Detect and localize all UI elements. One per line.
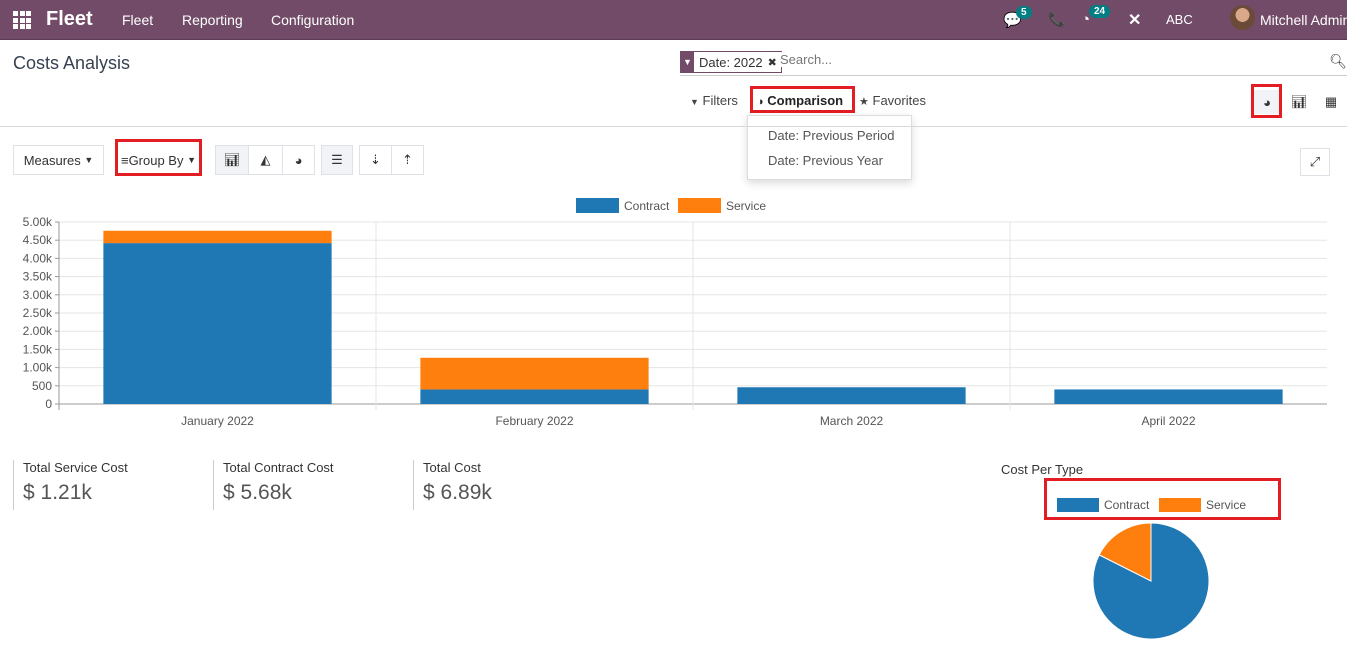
y-tick-label: 1.00k bbox=[23, 361, 53, 375]
search-bar: ▼ Date: 2022 ✖ 🔍︎ bbox=[680, 50, 1347, 76]
sort-descending-button[interactable]: ⇣ bbox=[359, 145, 392, 175]
y-tick-label: 3.00k bbox=[23, 288, 53, 302]
search-facet: ▼ Date: 2022 ✖ bbox=[680, 51, 782, 73]
graph-view-button[interactable]: 📊︎ bbox=[1285, 90, 1313, 114]
bar-service bbox=[420, 357, 649, 390]
pie-chart: Contract Service bbox=[1057, 498, 1246, 640]
avatar[interactable] bbox=[1230, 5, 1255, 30]
sort-asc-icon: ⇡ bbox=[402, 152, 413, 167]
highlight-box bbox=[1251, 84, 1282, 118]
y-tick-label: 5.00k bbox=[23, 215, 53, 229]
caret-down-icon: ▼ bbox=[84, 155, 94, 165]
divider bbox=[0, 126, 1347, 127]
remove-facet-icon[interactable]: ✖ bbox=[768, 56, 781, 69]
favorites-label: Favorites bbox=[872, 93, 926, 108]
legend-label: Service bbox=[1206, 498, 1246, 512]
expand-icon: ⤢ bbox=[1309, 154, 1321, 169]
page-title: Costs Analysis bbox=[13, 53, 131, 73]
sort-ascending-button[interactable]: ⇡ bbox=[391, 145, 424, 175]
y-tick-label: 4.00k bbox=[23, 251, 53, 265]
measures-label: Measures bbox=[23, 152, 81, 168]
filter-icon: ▼ bbox=[690, 97, 699, 107]
bar-contract bbox=[1054, 389, 1283, 404]
app-brand[interactable]: Fleet bbox=[46, 8, 93, 31]
favorites-button[interactable]: ★ Favorites bbox=[859, 93, 926, 108]
legend-swatch bbox=[1057, 498, 1099, 512]
kpi-value: $ 5.68k bbox=[223, 481, 292, 504]
x-tick-label: February 2022 bbox=[495, 414, 573, 428]
area-chart-icon: ◭ bbox=[260, 152, 271, 167]
company-switcher[interactable]: ABC bbox=[1166, 12, 1193, 27]
kpi-value: $ 6.89k bbox=[423, 481, 492, 504]
kpi-value: $ 1.21k bbox=[23, 481, 92, 504]
bar-chart-icon: 📊︎ bbox=[1290, 94, 1308, 109]
table-icon: ▦ bbox=[1324, 94, 1338, 109]
legend-swatch bbox=[678, 198, 721, 213]
y-tick-label: 2.00k bbox=[23, 324, 53, 338]
comparison-option-previous-year[interactable]: Date: Previous Year bbox=[768, 153, 883, 168]
legend-swatch bbox=[1159, 498, 1201, 512]
stacked-button[interactable]: ☰ bbox=[321, 145, 353, 175]
legend-label: Contract bbox=[624, 199, 670, 213]
pie-chart-icon: ◕ bbox=[294, 152, 303, 168]
x-tick-label: March 2022 bbox=[820, 414, 884, 428]
search-input[interactable] bbox=[780, 52, 1320, 67]
bar-service bbox=[103, 230, 332, 244]
bar-contract bbox=[737, 387, 966, 404]
star-icon: ★ bbox=[859, 96, 869, 108]
filters-button[interactable]: ▼ Filters bbox=[690, 93, 738, 108]
phone-icon[interactable]: 📞 bbox=[1048, 11, 1065, 28]
database-icon: ☰ bbox=[331, 152, 343, 167]
menu-reporting[interactable]: Reporting bbox=[182, 12, 243, 28]
search-icon[interactable]: 🔍︎ bbox=[1329, 53, 1347, 70]
bar-contract bbox=[103, 243, 332, 404]
facet-label: Date: 2022 bbox=[699, 54, 763, 70]
fullscreen-button[interactable]: ⤢ bbox=[1300, 148, 1330, 176]
comparison-option-previous-period[interactable]: Date: Previous Period bbox=[768, 128, 894, 143]
kpi-total-service-cost: Total Service Cost $ 1.21k bbox=[13, 460, 128, 510]
y-tick-label: 2.50k bbox=[23, 306, 53, 320]
kpi-label: Total Contract Cost bbox=[223, 460, 334, 475]
messages-badge: 5 bbox=[1016, 6, 1032, 19]
user-menu[interactable]: Mitchell Admin bbox=[1260, 12, 1347, 28]
kpi-total-contract-cost: Total Contract Cost $ 5.68k bbox=[213, 460, 334, 510]
highlight-box bbox=[115, 139, 202, 176]
pie-chart-button[interactable]: ◕ bbox=[282, 145, 315, 175]
legend-label: Contract bbox=[1104, 498, 1150, 512]
menu-configuration[interactable]: Configuration bbox=[271, 12, 354, 28]
bar-chart-button[interactable]: 📊︎ bbox=[215, 145, 249, 175]
y-tick-label: 4.50k bbox=[23, 233, 53, 247]
y-tick-label: 1.50k bbox=[23, 342, 53, 356]
kpi-label: Total Service Cost bbox=[23, 460, 128, 475]
bar-chart-icon: 📊︎ bbox=[223, 152, 241, 167]
y-tick-label: 500 bbox=[32, 379, 52, 393]
kpi-label: Total Cost bbox=[423, 460, 481, 475]
menu-fleet[interactable]: Fleet bbox=[122, 12, 153, 28]
pivot-view-button[interactable]: ▦ bbox=[1317, 90, 1345, 114]
measures-button[interactable]: Measures ▼ bbox=[13, 145, 104, 175]
bar-chart: 0 500 1.00k 1.50k 2.00k 2.50k 3.00k 3.50k 4.00k 4… bbox=[23, 198, 1327, 428]
x-tick-label: April 2022 bbox=[1141, 414, 1195, 428]
activities-badge: 24 bbox=[1089, 5, 1111, 18]
pie-title: Cost Per Type bbox=[1001, 462, 1084, 477]
debug-tools-icon[interactable]: ✕ bbox=[1128, 10, 1141, 30]
x-tick-label: January 2022 bbox=[181, 414, 254, 428]
filters-label: Filters bbox=[702, 93, 738, 108]
legend-label: Service bbox=[726, 199, 766, 213]
sort-desc-icon: ⇣ bbox=[370, 152, 381, 167]
line-chart-button[interactable]: ◭ bbox=[248, 145, 283, 175]
y-tick-label: 3.50k bbox=[23, 270, 53, 284]
apps-menu-icon[interactable] bbox=[13, 11, 31, 29]
top-navbar: Fleet Fleet Reporting Configuration 💬 5 … bbox=[0, 0, 1347, 40]
comparison-dropdown: Date: Previous Period Date: Previous Yea… bbox=[747, 115, 912, 180]
legend-swatch bbox=[576, 198, 619, 213]
bar-contract bbox=[420, 389, 649, 404]
highlight-box bbox=[750, 86, 855, 113]
y-tick-label: 0 bbox=[45, 397, 52, 411]
filter-icon: ▼ bbox=[681, 52, 694, 72]
kpi-total-cost: Total Cost $ 6.89k bbox=[413, 460, 492, 510]
